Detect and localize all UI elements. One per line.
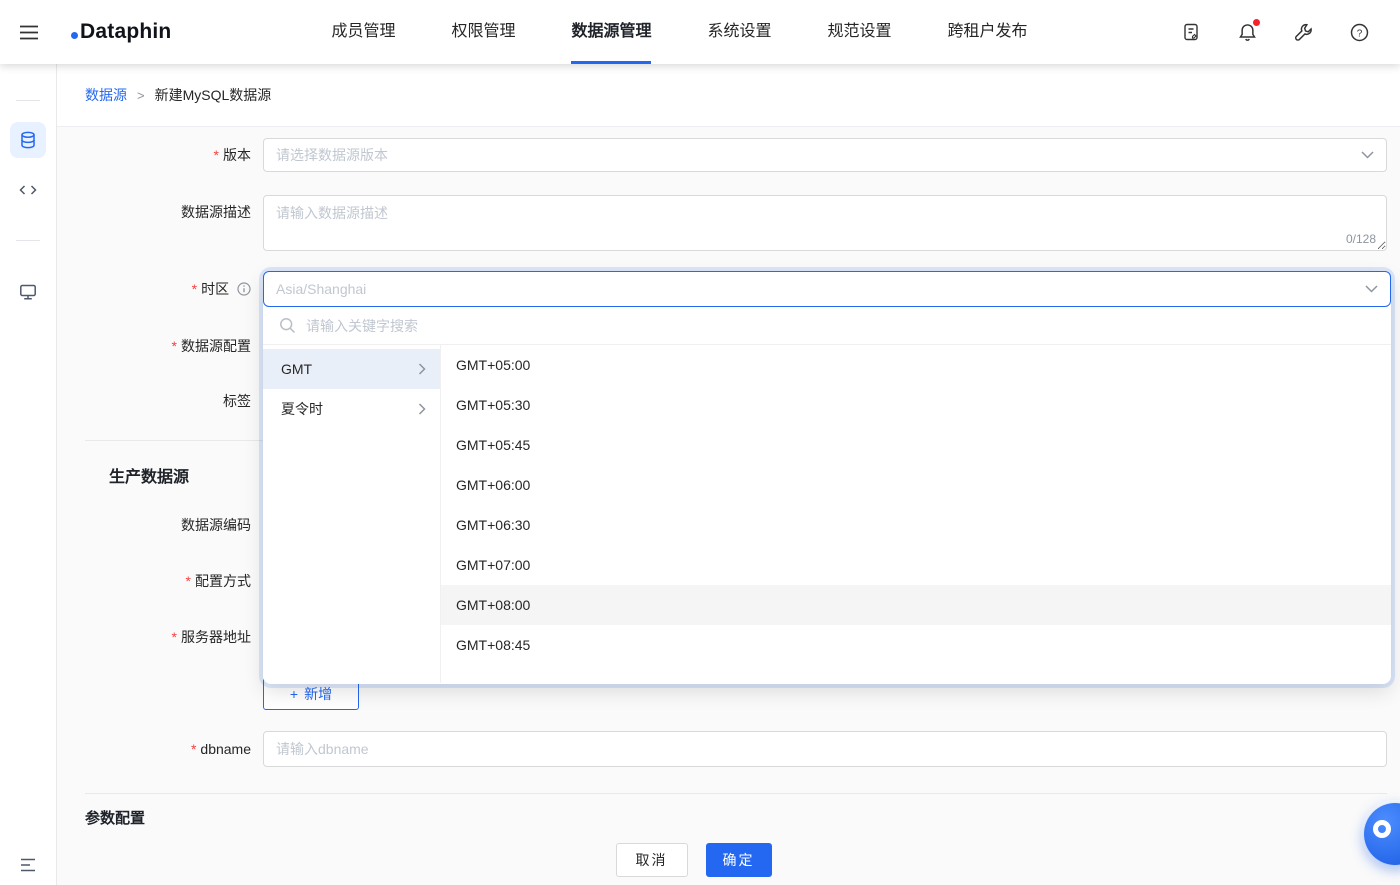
breadcrumb: 数据源 > 新建MySQL数据源 (57, 64, 1400, 127)
navbar-icon-group: ? (1180, 19, 1400, 43)
main-nav: 成员管理 权限管理 数据源管理 系统设置 规范设置 跨租户发布 (331, 0, 1028, 64)
monitor-icon (20, 284, 36, 300)
timezone-search-row: 请输入关键字搜索 (263, 307, 1391, 345)
timezone-group-pane: GMT 夏令时 (263, 345, 441, 683)
timezone-search-input[interactable]: 请输入关键字搜索 (306, 316, 418, 336)
required-mark: * (190, 741, 197, 757)
notification-badge-dot (1253, 19, 1260, 26)
production-section-title: 生产数据源 (109, 469, 190, 486)
timezone-option-pane: GMT+05:00 GMT+05:30 GMT+05:45 GMT+06:00 … (441, 345, 1391, 683)
required-mark: * (185, 573, 191, 589)
logo-dot-icon (71, 31, 78, 39)
server-address-label: * 服务器地址 (171, 629, 251, 645)
confirm-button[interactable]: 确定 (705, 843, 772, 877)
sidebar-item-datasource[interactable] (10, 122, 46, 158)
timezone-option[interactable]: GMT+06:30 (441, 505, 1391, 545)
section-divider (85, 793, 1387, 794)
timezone-dropdown: Asia/Shanghai 请输入关键字搜索 GMT 夏令时 GMT+05:00… (263, 271, 1391, 684)
nav-item-system-settings[interactable]: 系统设置 (707, 0, 771, 64)
timezone-option[interactable]: GMT+08:45 (441, 625, 1391, 665)
code-icon (19, 185, 37, 195)
version-label: * 版本 (213, 147, 251, 163)
search-icon (280, 318, 296, 334)
char-counter: 0/128 (1345, 232, 1376, 246)
main-area: 数据源 > 新建MySQL数据源 *版本 请选择数据源版本 数据源描述 0/12… (57, 64, 1400, 885)
hamburger-menu-icon[interactable] (0, 0, 57, 64)
sidebar-item-monitor[interactable] (10, 274, 46, 310)
chevron-right-icon (418, 403, 426, 415)
dbname-input-wrap (263, 731, 1387, 767)
datasource-code-label: 数据源编码 (181, 517, 251, 533)
version-placeholder: 请选择数据源版本 (276, 147, 388, 163)
top-navbar: Dataphin 成员管理 权限管理 数据源管理 系统设置 规范设置 跨租户发布 (0, 0, 1400, 64)
nav-item-spec-settings[interactable]: 规范设置 (828, 0, 892, 64)
assistant-logo-icon (1373, 820, 1391, 838)
app-layout: 数据源 > 新建MySQL数据源 *版本 请选择数据源版本 数据源描述 0/12… (0, 64, 1400, 885)
dbname-input[interactable] (276, 741, 1374, 757)
nav-item-datasources[interactable]: 数据源管理 (571, 0, 652, 64)
description-textarea[interactable] (264, 196, 1386, 250)
chevron-right-icon (418, 363, 426, 375)
version-select[interactable]: 请选择数据源版本 (263, 138, 1387, 172)
timezone-select[interactable]: Asia/Shanghai (263, 271, 1391, 307)
chevron-down-icon (1361, 151, 1374, 159)
datasource-config-label: * 数据源配置 (171, 338, 251, 354)
nav-item-members[interactable]: 成员管理 (331, 0, 395, 64)
timezone-option[interactable]: GMT+05:45 (441, 425, 1391, 465)
required-mark: * (171, 629, 177, 645)
required-mark: * (171, 338, 177, 354)
section-divider (85, 440, 263, 441)
form-content: *版本 请选择数据源版本 数据源描述 0/128 *时区 (57, 127, 1400, 885)
cancel-button[interactable]: 取消 (615, 843, 688, 877)
left-sidebar (0, 64, 57, 885)
help-icon[interactable]: ? (1348, 21, 1370, 43)
nav-item-cross-tenant-publish[interactable]: 跨租户发布 (948, 0, 1028, 64)
brand-logo[interactable]: Dataphin (71, 20, 171, 43)
breadcrumb-separator: > (137, 87, 145, 103)
timezone-option[interactable]: GMT+05:00 (441, 345, 1391, 385)
timezone-value: Asia/Shanghai (276, 281, 367, 297)
info-icon[interactable] (237, 282, 251, 296)
nav-item-permissions[interactable]: 权限管理 (451, 0, 515, 64)
timezone-option[interactable]: GMT+05:30 (441, 385, 1391, 425)
sidebar-divider (16, 100, 40, 101)
required-mark: * (191, 281, 198, 297)
tag-label: 标签 (223, 393, 251, 409)
timezone-group-gmt[interactable]: GMT (263, 349, 440, 389)
dbname-label: * dbname (190, 741, 251, 757)
description-textarea-wrap: 0/128 (263, 195, 1387, 251)
breadcrumb-current: 新建MySQL数据源 (154, 87, 272, 103)
tools-wrench-icon[interactable] (1292, 21, 1314, 43)
description-label: 数据源描述 (181, 204, 251, 220)
plus-icon: + (289, 686, 299, 702)
release-notes-icon[interactable] (1180, 21, 1202, 43)
sidebar-divider (16, 240, 40, 241)
logo-text: Dataphin (80, 20, 172, 44)
timezone-option-highlighted[interactable]: GMT+08:00 (441, 585, 1391, 625)
timezone-cascader: GMT 夏令时 GMT+05:00 GMT+05:30 GMT+05:45 GM… (263, 345, 1391, 683)
timezone-option[interactable]: GMT+06:00 (441, 465, 1391, 505)
sidebar-item-code[interactable] (10, 172, 46, 208)
svg-text:?: ? (1356, 28, 1362, 39)
params-section-title: 参数配置 (85, 810, 146, 827)
timezone-label: * 时区 (57, 272, 251, 306)
config-mode-label: * 配置方式 (185, 573, 251, 589)
menu-list-icon (21, 858, 35, 872)
form-footer: 取消 确定 (57, 843, 1330, 877)
chevron-down-icon (1365, 285, 1378, 293)
sidebar-collapse-menu[interactable] (10, 847, 46, 883)
breadcrumb-link-datasource[interactable]: 数据源 (85, 85, 127, 105)
timezone-option[interactable]: GMT+07:00 (441, 545, 1391, 585)
database-icon (21, 131, 35, 149)
timezone-group-dst[interactable]: 夏令时 (263, 389, 440, 429)
required-mark: * (213, 147, 219, 163)
notification-bell-icon[interactable] (1236, 19, 1260, 43)
